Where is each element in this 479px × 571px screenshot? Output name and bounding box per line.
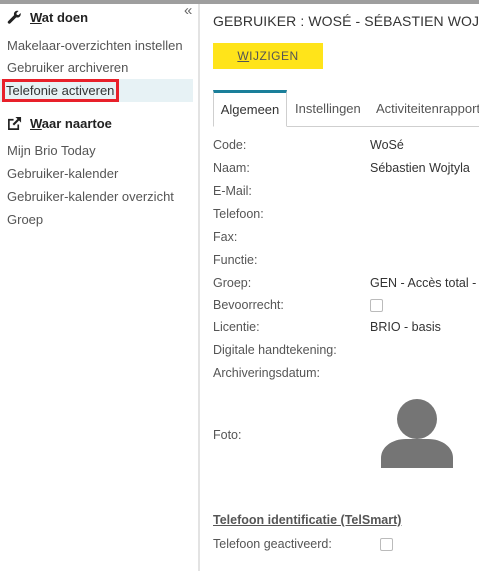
sidebar: « Wat doen Makelaar-overzichten instelle… [0, 3, 198, 571]
section-title-waar-naartoe: Waar naartoe [30, 116, 112, 131]
tab-bar: Algemeen Instellingen Activiteitenrappor… [213, 90, 479, 127]
label-bevoorrecht: Bevoorrecht: [213, 298, 284, 312]
section-title-wat-doen: Wat doen [30, 10, 89, 25]
sidebar-item-label: Telefonie activeren [2, 79, 120, 102]
sidebar-item-gebruiker-archiveren[interactable]: Gebruiker archiveren [0, 56, 193, 79]
value-code: WoSé [370, 138, 404, 152]
label-email: E-Mail: [213, 184, 252, 198]
sidebar-item-mijn-brio-today[interactable]: Mijn Brio Today [0, 139, 193, 162]
label-telefoon: Telefoon: [213, 207, 264, 221]
label-licentie: Licentie: [213, 320, 260, 334]
edit-button[interactable]: WIJZIGEN [213, 43, 323, 69]
label-telefoon-geactiveerd: Telefoon geactiveerd: [213, 537, 332, 551]
value-naam: Sébastien Wojtyla [370, 161, 470, 175]
edit-button-label: WIJZIGEN [237, 49, 299, 63]
label-fax: Fax: [213, 230, 238, 244]
label-archiveringsdatum: Archiveringsdatum: [213, 366, 320, 380]
external-link-icon [8, 116, 22, 130]
page-title: GEBRUIKER : WOSÉ - SÉBASTIEN WOJTYLA [213, 13, 479, 29]
telefoon-identificatie-heading: Telefoon identificatie (TelSmart) [213, 513, 402, 527]
label-foto: Foto: [213, 428, 242, 442]
collapse-sidebar-icon[interactable]: « [184, 3, 192, 18]
sidebar-item-gebruiker-kalender-overzicht[interactable]: Gebruiker-kalender overzicht [0, 185, 193, 208]
sidebar-item-makelaar-overzichten[interactable]: Makelaar-overzichten instellen [0, 34, 193, 57]
tab-algemeen[interactable]: Algemeen [213, 90, 287, 127]
section-wat-doen: Wat doen [7, 10, 88, 25]
wrench-icon [7, 10, 21, 24]
label-code: Code: [213, 138, 247, 152]
sidebar-item-gebruiker-kalender[interactable]: Gebruiker-kalender [0, 162, 193, 185]
sidebar-item-telefonie-activeren[interactable]: Telefonie activeren [0, 79, 193, 102]
value-licentie: BRIO - basis [370, 320, 441, 334]
label-groep: Groep: [213, 276, 252, 290]
tab-instellingen[interactable]: Instellingen [295, 90, 361, 126]
tab-activiteitenrapport[interactable]: Activiteitenrapport [376, 90, 479, 126]
label-naam: Naam: [213, 161, 250, 175]
bevoorrecht-checkbox[interactable] [370, 299, 383, 312]
value-groep: GEN - Accès total - [370, 276, 477, 290]
label-digitale-handtekening: Digitale handtekening: [213, 343, 337, 357]
avatar-placeholder-icon [381, 399, 453, 468]
label-functie: Functie: [213, 253, 258, 267]
sidebar-item-groep[interactable]: Groep [0, 208, 193, 231]
main-panel: GEBRUIKER : WOSÉ - SÉBASTIEN WOJTYLA WIJ… [200, 4, 479, 571]
telefoon-geactiveerd-checkbox[interactable] [380, 538, 393, 551]
section-waar-naartoe: Waar naartoe [7, 116, 112, 131]
